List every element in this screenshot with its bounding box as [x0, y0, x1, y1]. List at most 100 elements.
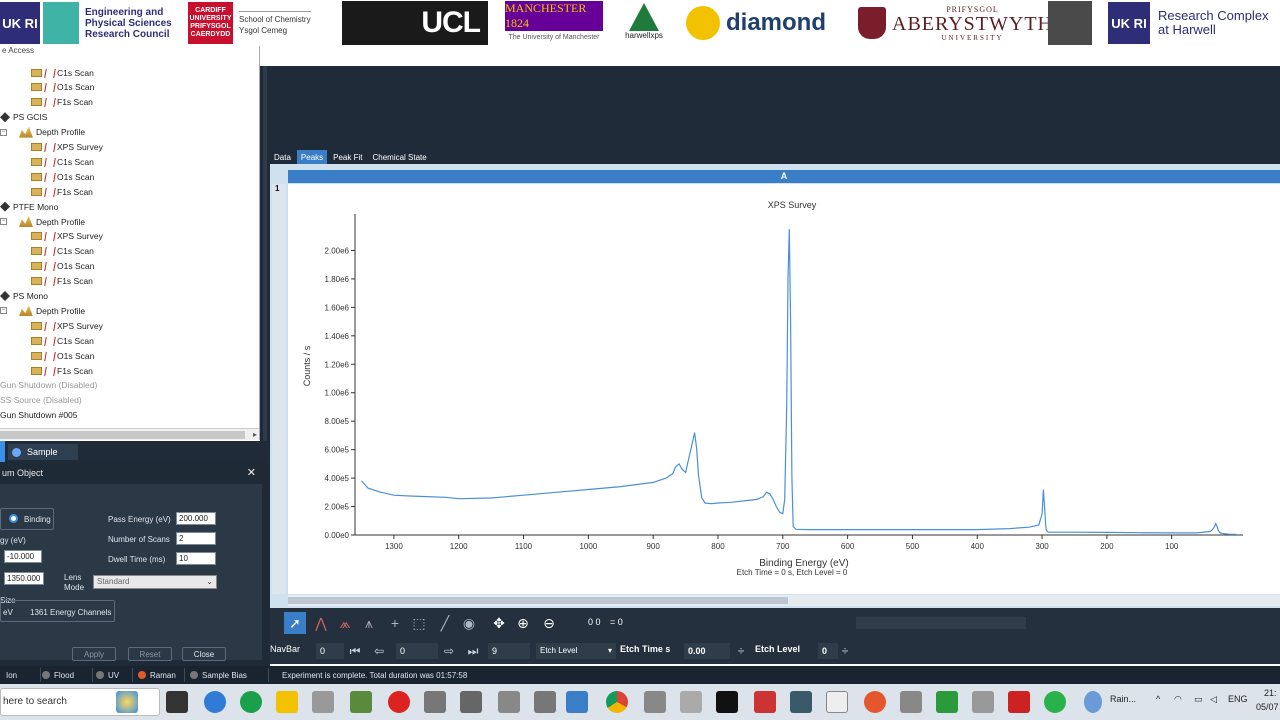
binding-radio[interactable] [9, 514, 18, 523]
tree-item[interactable]: XPS Survey [31, 318, 103, 333]
lens-mode-select[interactable]: Standard ⌄ [93, 575, 217, 589]
pointer-icon[interactable]: ➚ [284, 612, 306, 634]
app-icon-4[interactable] [460, 691, 482, 713]
tree-item[interactable]: O1s Scan [31, 169, 94, 184]
tree-item[interactable]: F1s Scan [31, 274, 93, 289]
graph-scroll-thumb[interactable] [288, 597, 788, 604]
chrome-icon[interactable] [606, 691, 628, 713]
etch-level-stepper-icon[interactable]: ÷ [836, 642, 854, 660]
start-energy-field[interactable]: -10.000 [4, 550, 42, 563]
navbar-field-b[interactable]: 0 [396, 643, 438, 659]
tree-item[interactable]: C1s Scan [31, 333, 94, 348]
close-icon[interactable]: ✕ [247, 466, 256, 479]
app-icon-16[interactable] [1008, 691, 1030, 713]
copilot-icon[interactable] [116, 691, 138, 713]
status-flood[interactable]: Flood [42, 669, 74, 681]
task-view-icon[interactable] [166, 691, 188, 713]
app-icon-7[interactable] [644, 691, 666, 713]
eye-icon[interactable]: ◉ [458, 612, 480, 634]
first-icon[interactable]: ⏮ [346, 642, 364, 660]
line-tool-icon[interactable]: ╱ [434, 612, 456, 634]
graph-horizontal-scrollbar[interactable] [288, 595, 1280, 606]
tree-item[interactable]: C1s Scan [31, 244, 94, 259]
language-indicator[interactable]: ENG [1228, 694, 1248, 704]
app-icon-13[interactable] [900, 691, 922, 713]
experiment-tree[interactable]: e Access C1s Scan O1s Scan F1s Scan PS GCIS… [0, 46, 260, 440]
last-icon[interactable]: ⏭ [464, 642, 482, 660]
weather-label[interactable]: Rain... [1110, 694, 1136, 704]
chevron-up-icon[interactable]: ^ [1156, 694, 1160, 704]
tab-chemical-state[interactable]: Chemical State [368, 150, 430, 164]
wifi-icon[interactable]: ◠ [1174, 694, 1182, 705]
app-icon-2[interactable] [350, 691, 372, 713]
navbar-field-c[interactable]: 9 [488, 643, 530, 659]
app-icon-17[interactable] [1044, 691, 1066, 713]
etch-time-field[interactable]: 0.00 [684, 643, 730, 659]
weather-icon[interactable] [1084, 691, 1102, 713]
battery-icon[interactable]: ▭ [1194, 694, 1203, 705]
tree-item[interactable]: O1s Scan [31, 80, 94, 95]
tree-item[interactable]: O1s Scan [31, 259, 94, 274]
tree-item[interactable]: − Depth Profile [0, 214, 85, 229]
pass-energy-field[interactable]: 200.000 [176, 512, 216, 525]
text-app-icon[interactable] [716, 691, 738, 713]
tree-item[interactable]: XPS Survey [31, 140, 103, 155]
close-button[interactable]: Close [182, 647, 226, 661]
app-icon-10[interactable] [790, 691, 812, 713]
sheet-column-header[interactable]: A [288, 170, 1280, 183]
app-icon-3[interactable] [424, 691, 446, 713]
collapse-icon[interactable]: − [0, 128, 7, 136]
status-uv[interactable]: UV [96, 669, 119, 681]
app-icon-6[interactable] [534, 691, 556, 713]
status-ion[interactable]: Ion [6, 669, 17, 681]
tree-item[interactable]: PTFE Mono [0, 199, 58, 214]
xps-survey-chart[interactable]: 1300 1200 1100 1000 900 800 700 600 500 400 300 200… [288, 184, 1280, 594]
tree-item[interactable]: PS Mono [0, 289, 48, 304]
move-icon[interactable]: ✥ [488, 612, 510, 634]
navbar-field-a[interactable]: 0 [316, 643, 344, 659]
tree-horizontal-scrollbar[interactable]: ▸ [0, 428, 259, 440]
tree-item[interactable]: XPS Survey [31, 229, 103, 244]
peak-fit-icon[interactable]: ⩕ [334, 612, 356, 634]
tree-item[interactable]: O1s Scan [31, 348, 94, 363]
tree-item[interactable]: F1s Scan [31, 363, 93, 378]
tree-item[interactable]: F1s Scan [31, 184, 93, 199]
tree-item[interactable]: C1s Scan [31, 65, 94, 80]
app-icon-11[interactable] [826, 691, 848, 713]
apply-button[interactable]: Apply [72, 647, 116, 661]
app-icon-14[interactable] [936, 691, 958, 713]
edge-icon[interactable] [240, 691, 262, 713]
tab-sample[interactable]: Sample [8, 444, 78, 460]
zoom-out-icon[interactable]: ⊖ [538, 612, 560, 634]
tree-item[interactable]: Gun Shutdown (Disabled) [0, 378, 97, 393]
app-icon-8[interactable] [680, 691, 702, 713]
tree-item[interactable]: Gun Shutdown #005 [0, 408, 78, 423]
prev-icon[interactable]: ⇦ [370, 642, 388, 660]
file-explorer-icon[interactable] [276, 691, 298, 713]
etch-time-stepper-icon[interactable]: ÷ [732, 642, 750, 660]
clock-date[interactable]: 05/07 [1256, 702, 1279, 712]
end-energy-field[interactable]: 1350.000 [4, 572, 44, 585]
app-icon-15[interactable] [972, 691, 994, 713]
status-raman[interactable]: Raman [138, 669, 176, 681]
crosshair-icon[interactable]: + [384, 612, 406, 634]
app-icon-9[interactable] [754, 691, 776, 713]
zoom-in-icon[interactable]: ⊕ [512, 612, 534, 634]
tree-item[interactable]: F1s Scan [31, 95, 93, 110]
layer-number[interactable]: 1 [275, 184, 279, 193]
copilot-app-icon[interactable] [204, 691, 226, 713]
app-icon-5[interactable] [498, 691, 520, 713]
tab-peak-fit[interactable]: Peak Fit [329, 150, 366, 164]
collapse-icon[interactable]: − [0, 218, 7, 225]
tree-item[interactable]: PS GCIS [0, 110, 47, 125]
etch-level-field[interactable]: 0 [818, 643, 838, 659]
tree-item[interactable]: − Depth Profile [0, 303, 85, 318]
status-sample-bias[interactable]: Sample Bias [190, 669, 247, 681]
plot-page[interactable]: 1300 1200 1100 1000 900 800 700 600 500 400 300 200… [288, 184, 1280, 594]
next-icon[interactable]: ⇨ [440, 642, 458, 660]
region-icon[interactable]: ⩚ [358, 612, 380, 634]
collapse-icon[interactable]: − [0, 307, 7, 315]
avantage-app-icon[interactable] [566, 691, 588, 713]
speaker-icon[interactable]: ◁ [1210, 694, 1217, 705]
app-icon-1[interactable] [312, 691, 334, 713]
